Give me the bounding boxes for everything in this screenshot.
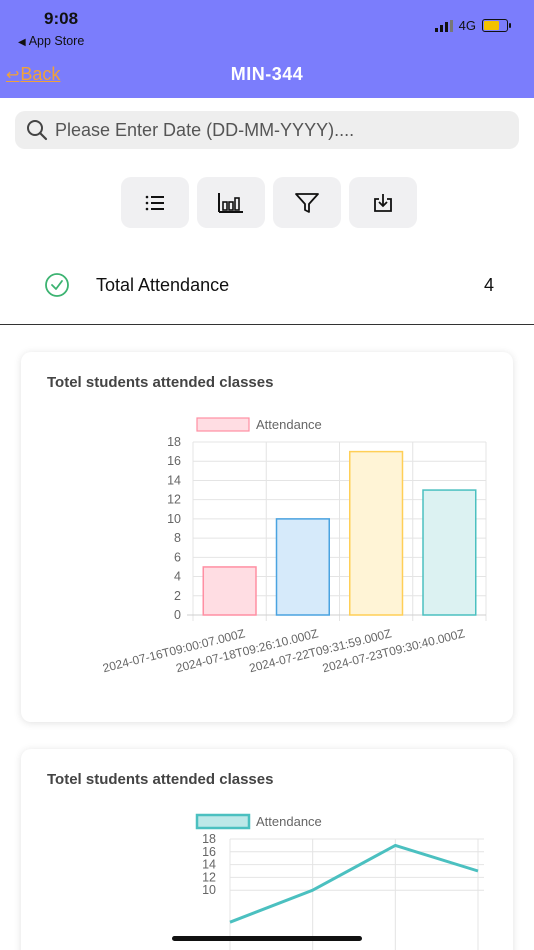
y-tick-label: 10: [167, 512, 181, 526]
status-back-app-label: App Store: [28, 34, 85, 48]
legend-label: Attendance: [256, 814, 322, 829]
line-chart-card: Totel students attended classes Attendan…: [21, 749, 513, 950]
status-back-to-app[interactable]: ◀ App Store: [18, 34, 84, 48]
back-button-label: Back: [20, 64, 61, 84]
bar-chart-icon: [218, 192, 243, 213]
bar: [275, 518, 330, 616]
legend-swatch: [196, 417, 250, 432]
download-icon: [374, 193, 392, 212]
network-type: 4G: [458, 18, 476, 33]
y-tick-label: 12: [167, 493, 181, 507]
total-attendance-count: 4: [483, 274, 494, 295]
check-circle-icon: [45, 273, 69, 297]
chart-view-button[interactable]: [197, 177, 265, 228]
legend-swatch: [195, 813, 251, 830]
y-tick-label: 16: [167, 454, 181, 468]
date-search-input[interactable]: [55, 119, 515, 141]
toolbar: [121, 177, 417, 228]
bar: [202, 566, 257, 616]
list-view-button[interactable]: [121, 177, 189, 228]
status-time: 9:08: [44, 9, 79, 28]
divider: [0, 324, 534, 325]
signal-icon: [434, 19, 453, 32]
bar-chart: Attendance0246810121416182024-07-16T09:0…: [101, 417, 487, 675]
download-button[interactable]: [349, 177, 417, 228]
list-icon: [145, 195, 164, 210]
series-line: [229, 843, 479, 924]
bar-chart-card: Totel students attended classes Attendan…: [21, 352, 513, 722]
app-header: 9:08 ◀ App Store 4G ↩ Back MIN-344: [0, 0, 534, 98]
filter-icon: [295, 192, 319, 213]
bar: [422, 489, 477, 616]
y-tick-label: 0: [174, 608, 181, 622]
home-indicator: [172, 936, 362, 941]
y-tick-label: 4: [174, 570, 181, 584]
y-tick-label: 2: [174, 589, 181, 603]
page-title: MIN-344: [230, 64, 304, 84]
legend-label: Attendance: [256, 417, 322, 432]
y-tick-label: 6: [174, 550, 181, 564]
y-tick-label: 18: [167, 435, 181, 449]
y-tick-label: 14: [167, 473, 181, 487]
total-attendance-label: Total Attendance: [96, 274, 230, 295]
line-chart: Attendance1816141210: [195, 813, 484, 950]
status-indicators: 4G: [434, 18, 511, 33]
y-tick-label: 10: [202, 883, 216, 897]
y-tick-label: 8: [174, 531, 181, 545]
back-triangle-icon: ◀: [18, 37, 26, 48]
filter-button[interactable]: [273, 177, 341, 228]
back-button[interactable]: ↩ Back: [6, 64, 60, 85]
search-icon: [27, 120, 48, 141]
search-bar[interactable]: [15, 111, 519, 149]
total-attendance-row: Total Attendance 4: [44, 268, 494, 302]
battery-icon: [482, 19, 511, 32]
back-arrow-icon: ↩: [6, 66, 20, 84]
bar: [349, 450, 404, 616]
